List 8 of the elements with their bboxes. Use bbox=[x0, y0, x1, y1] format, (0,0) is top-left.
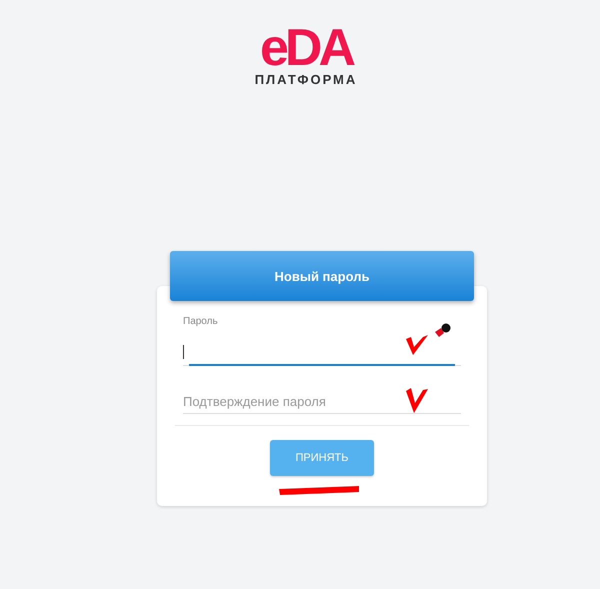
checkmark-drawing bbox=[405, 385, 429, 415]
password-confirm-field[interactable]: Подтверждение пароля bbox=[183, 394, 461, 409]
card-title: Новый пароль bbox=[170, 251, 474, 301]
field-label: Пароль bbox=[183, 316, 218, 327]
logo-subtitle: ПЛАТФОРМА bbox=[254, 72, 358, 87]
logo: eDA bbox=[260, 26, 352, 70]
text-cursor bbox=[183, 345, 184, 359]
submit-button[interactable]: ПРИНЯТЬ bbox=[270, 440, 374, 476]
